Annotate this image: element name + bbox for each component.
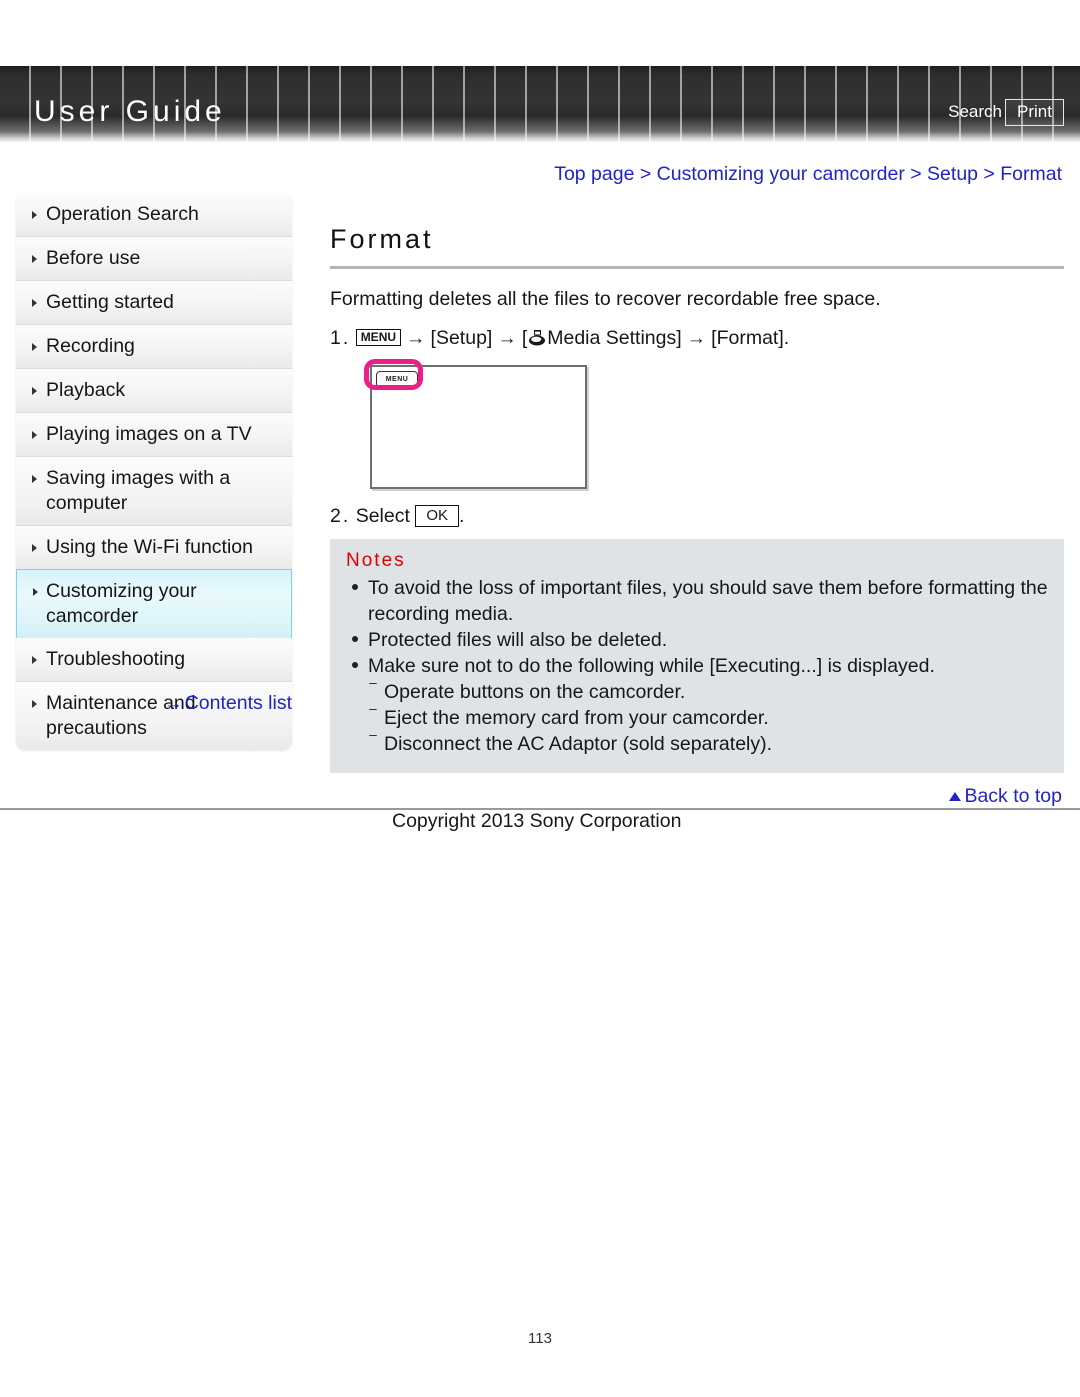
sidebar-item-operation-search[interactable]: Operation Search — [16, 193, 292, 237]
dash-bullet-icon: ⁻ — [368, 677, 379, 698]
note-item: Protected files will also be deleted. — [346, 627, 1048, 653]
triangle-bullet-icon — [32, 475, 37, 483]
sidebar-item-before-use[interactable]: Before use — [16, 237, 292, 281]
dash-bullet-icon: ⁻ — [368, 703, 379, 724]
sidebar-item-label: Troubleshooting — [46, 648, 186, 670]
sidebar: Operation Search Before use Getting star… — [16, 193, 292, 750]
note-sub-item: ⁻ Operate buttons on the camcorder. — [368, 677, 1048, 705]
notes-sub-list: ⁻ Operate buttons on the camcorder. ⁻ Ej… — [368, 677, 1048, 757]
sidebar-item-label: Using the Wi-Fi function — [46, 536, 253, 558]
intro-text: Formatting deletes all the files to reco… — [330, 288, 881, 310]
contents-list-label: Contents list — [184, 692, 292, 714]
main-content: Format Formatting deletes all the files … — [330, 222, 1064, 773]
note-sub-text: Disconnect the AC Adaptor (sold separate… — [384, 733, 773, 755]
bullet-icon — [352, 636, 358, 642]
note-item: To avoid the loss of important files, yo… — [346, 575, 1048, 627]
sidebar-item-label: Operation Search — [46, 203, 199, 225]
step-2-number: 2. — [330, 505, 351, 527]
media-settings-icon — [527, 326, 546, 346]
step-2: 2. Select OK. — [330, 501, 1064, 531]
print-button[interactable]: Print — [1005, 99, 1064, 126]
arrow-icon: → — [406, 327, 426, 349]
bullet-icon — [352, 662, 358, 668]
sidebar-item-label: Before use — [46, 247, 141, 269]
sidebar-item-playing-images-on-a-tv[interactable]: Playing images on a TV — [16, 413, 292, 457]
note-text: Make sure not to do the following while … — [368, 655, 935, 677]
triangle-bullet-icon — [32, 299, 37, 307]
note-text: To avoid the loss of important files, yo… — [368, 577, 1048, 625]
search-button[interactable]: Search — [948, 102, 1002, 122]
dash-bullet-icon: ⁻ — [368, 729, 379, 750]
note-sub-item: ⁻ Disconnect the AC Adaptor (sold separa… — [368, 729, 1048, 757]
triangle-bullet-icon — [32, 656, 37, 664]
bullet-icon — [352, 584, 358, 590]
menu-button-icon: MENU — [355, 329, 402, 346]
triangle-bullet-icon — [32, 255, 37, 263]
camcorder-screen-illustration: MENU — [364, 359, 587, 489]
sidebar-item-recording[interactable]: Recording — [16, 325, 292, 369]
right-arrow-icon: → — [163, 693, 183, 714]
back-to-top-label: Back to top — [964, 785, 1062, 807]
arrow-icon: → — [686, 327, 707, 349]
title-divider — [330, 266, 1064, 269]
sidebar-item-label: Getting started — [46, 291, 174, 313]
sidebar-item-label: Playback — [46, 379, 126, 401]
note-item: Make sure not to do the following while … — [346, 653, 1048, 757]
app-title: User Guide — [34, 95, 226, 128]
step-1-format: [Format]. — [711, 327, 790, 349]
triangle-bullet-icon — [32, 343, 37, 351]
copyright-text: Copyright 2013 Sony Corporation — [392, 810, 682, 832]
breadcrumb[interactable]: Top page > Customizing your camcorder > … — [554, 163, 1062, 186]
sidebar-item-label: Saving images with a computer — [46, 467, 231, 514]
note-sub-item: ⁻ Eject the memory card from your camcor… — [368, 703, 1048, 731]
triangle-up-icon — [949, 792, 962, 801]
back-to-top-link[interactable]: Back to top — [949, 785, 1062, 808]
note-text: Protected files will also be deleted. — [368, 629, 668, 651]
sidebar-item-saving-images-with-a-computer[interactable]: Saving images with a computer — [16, 457, 292, 526]
sidebar-item-label: Recording — [46, 335, 135, 357]
sidebar-item-customizing-your-camcorder[interactable]: Customizing your camcorder — [16, 569, 292, 639]
arrow-icon: → — [497, 327, 517, 349]
step-2-verb: Select — [355, 505, 410, 527]
highlight-outline — [364, 359, 423, 390]
triangle-bullet-icon — [32, 211, 37, 219]
sidebar-item-playback[interactable]: Playback — [16, 369, 292, 413]
triangle-bullet-icon — [32, 387, 37, 395]
triangle-bullet-icon — [32, 544, 37, 552]
notes-title: Notes — [346, 550, 406, 571]
step-1-number: 1. — [330, 327, 351, 349]
sidebar-item-troubleshooting[interactable]: Troubleshooting — [16, 638, 292, 682]
step-2-trailing: . — [459, 505, 465, 527]
notes-box: Notes To avoid the loss of important fil… — [330, 539, 1064, 773]
notes-list: To avoid the loss of important files, yo… — [346, 575, 1048, 757]
ok-button-icon: OK — [415, 505, 459, 527]
sidebar-item-getting-started[interactable]: Getting started — [16, 281, 292, 325]
step-1-setup: [Setup] — [430, 327, 493, 349]
note-sub-text: Operate buttons on the camcorder. — [384, 681, 686, 703]
sidebar-item-label: Customizing your camcorder — [46, 580, 197, 627]
note-sub-text: Eject the memory card from your camcorde… — [384, 707, 769, 729]
sidebar-item-label: Playing images on a TV — [46, 423, 252, 445]
triangle-bullet-icon — [32, 431, 37, 439]
step-1: 1. MENU → [Setup] →[Media Settings] → [Format… — [330, 323, 1064, 353]
page-number: 113 — [528, 1330, 552, 1347]
sidebar-item-using-the-wi-fi-function[interactable]: Using the Wi-Fi function — [16, 526, 292, 570]
triangle-bullet-icon — [33, 588, 38, 596]
contents-list-link[interactable]: → Contents list — [16, 692, 292, 715]
step-1-media-settings: Media Settings] — [547, 327, 682, 349]
page-title: Format — [330, 224, 434, 254]
